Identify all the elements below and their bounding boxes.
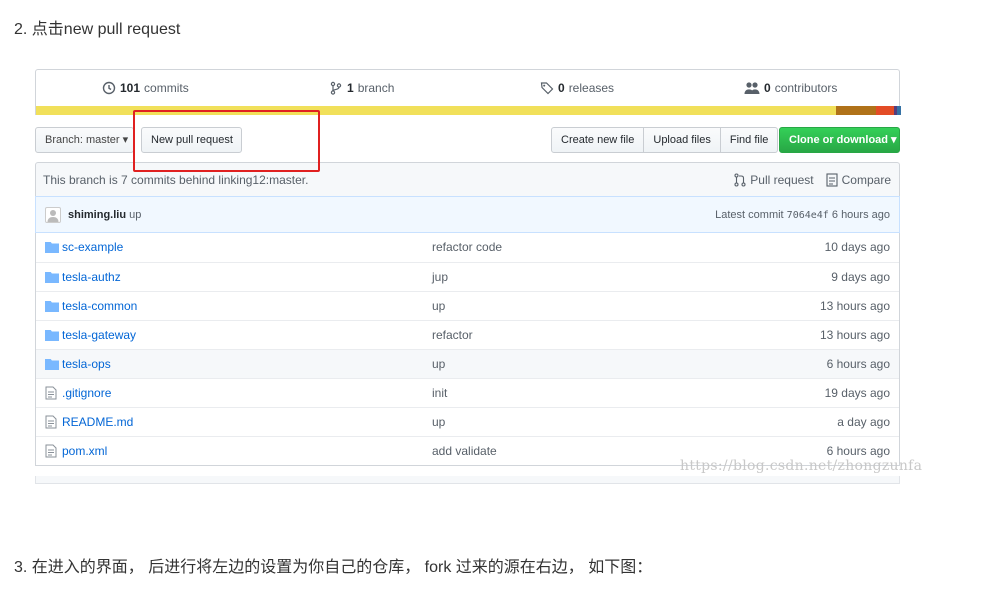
- latest-commit-info: Latest commit 7064e4f 6 hours ago: [715, 209, 890, 221]
- latest-commit-bar: shiming.liu up Latest commit 7064e4f 6 h…: [35, 196, 900, 233]
- file-age: 19 days ago: [824, 386, 890, 400]
- tag-icon: [540, 82, 554, 95]
- commits-link[interactable]: 101 commits: [102, 81, 189, 95]
- file-age: 9 days ago: [831, 270, 890, 284]
- compare-icon: [826, 173, 838, 187]
- language-bar[interactable]: [36, 106, 901, 115]
- latest-commit-label: Latest commit: [715, 209, 784, 221]
- history-icon: [102, 81, 116, 95]
- file-commit-message[interactable]: init: [432, 386, 447, 400]
- commit-message[interactable]: up: [129, 209, 141, 221]
- file-row[interactable]: tesla-gateway refactor 13 hours ago: [36, 320, 899, 349]
- file-navigation-toolbar: Branch: master ▾ New pull request Create…: [35, 127, 900, 153]
- step-2-instruction: 2. 点击new pull request: [14, 21, 181, 38]
- contributors-count: 0: [764, 81, 771, 95]
- file-name-link[interactable]: sc-example: [62, 240, 123, 254]
- folder-icon: [45, 272, 59, 283]
- file-row[interactable]: README.md up a day ago: [36, 407, 899, 436]
- upload-files-button[interactable]: Upload files: [643, 127, 721, 153]
- file-row[interactable]: sc-example refactor code 10 days ago: [36, 233, 899, 262]
- file-row[interactable]: .gitignore init 19 days ago: [36, 378, 899, 407]
- file-age: 6 hours ago: [826, 357, 890, 371]
- user-avatar-icon: [47, 210, 59, 222]
- contributors-link[interactable]: 0 contributors: [744, 81, 837, 95]
- branch-status-bar: This branch is 7 commits behind linking1…: [35, 162, 900, 196]
- pull-request-label: Pull request: [750, 173, 814, 187]
- releases-label: releases: [568, 81, 615, 95]
- file-commit-message[interactable]: refactor: [432, 328, 473, 342]
- branch-actions: Pull request Compare: [734, 173, 891, 187]
- folder-icon: [45, 330, 59, 341]
- pull-request-icon: [734, 173, 746, 187]
- file-commit-message[interactable]: up: [432, 415, 445, 429]
- commit-age: 6 hours ago: [831, 209, 890, 221]
- repository-panel: 101 commits 1 branch 0 releases 0 contri…: [35, 69, 901, 484]
- file-name-link[interactable]: README.md: [62, 415, 133, 429]
- new-pull-request-button[interactable]: New pull request: [141, 127, 242, 153]
- file-commit-message[interactable]: up: [432, 357, 445, 371]
- pull-request-link[interactable]: Pull request: [734, 173, 814, 187]
- commit-sha[interactable]: 7064e4f: [787, 210, 829, 221]
- file-list: sc-example refactor code 10 days ago tesla-…: [35, 233, 900, 466]
- language-segment: [36, 106, 836, 115]
- file-name-link[interactable]: .gitignore: [62, 386, 111, 400]
- file-commit-message[interactable]: refactor code: [432, 240, 502, 254]
- commit-author-line: shiming.liu up: [68, 209, 141, 221]
- folder-icon: [45, 359, 59, 370]
- file-age: a day ago: [837, 415, 890, 429]
- file-age: 13 hours ago: [819, 299, 890, 313]
- branch-select-button[interactable]: Branch: master ▾: [35, 127, 134, 153]
- find-file-button[interactable]: Find file: [719, 127, 779, 153]
- clone-or-download-button[interactable]: Clone or download ▾: [779, 127, 900, 153]
- file-commit-message[interactable]: jup: [432, 270, 448, 284]
- branch-count: 1: [347, 81, 354, 95]
- releases-count: 0: [558, 81, 565, 95]
- file-list-footer: [35, 476, 900, 484]
- branch-label: branch: [357, 81, 395, 95]
- language-segment: [876, 106, 894, 115]
- file-name-link[interactable]: tesla-gateway: [62, 328, 136, 342]
- file-icon: [45, 386, 57, 400]
- contributors-label: contributors: [774, 81, 838, 95]
- folder-icon: [45, 242, 59, 253]
- file-name-link[interactable]: pom.xml: [62, 444, 107, 458]
- people-icon: [744, 82, 760, 94]
- avatar[interactable]: [45, 207, 61, 223]
- file-actions-group: Create new file Upload files Find file: [551, 127, 779, 153]
- branch-behind-text: This branch is 7 commits behind linking1…: [43, 173, 309, 187]
- file-icon: [45, 415, 57, 429]
- file-commit-message[interactable]: add validate: [432, 444, 497, 458]
- file-age: 10 days ago: [824, 240, 890, 254]
- compare-link[interactable]: Compare: [826, 173, 891, 187]
- step-3-instruction: 3. 在进入的界面， 后进行将左边的设置为你自己的仓库， fork 过来的源在右…: [14, 559, 653, 576]
- file-name-link[interactable]: tesla-common: [62, 299, 137, 313]
- create-new-file-button[interactable]: Create new file: [551, 127, 645, 153]
- compare-label: Compare: [841, 173, 891, 187]
- watermark-text: https://blog.csdn.net/zhongzunfa: [680, 458, 923, 474]
- branch-icon: [330, 81, 342, 95]
- language-segment: [897, 106, 901, 115]
- commit-author[interactable]: shiming.liu: [68, 209, 126, 221]
- file-commit-message[interactable]: up: [432, 299, 445, 313]
- file-icon: [45, 444, 57, 458]
- repo-summary-bar: 101 commits 1 branch 0 releases 0 contri…: [35, 69, 901, 115]
- folder-icon: [45, 301, 59, 312]
- branches-link[interactable]: 1 branch: [329, 81, 394, 95]
- file-age: 13 hours ago: [819, 328, 890, 342]
- releases-link[interactable]: 0 releases: [540, 81, 614, 95]
- commits-label: commits: [144, 81, 189, 95]
- language-segment: [836, 106, 876, 115]
- file-row[interactable]: tesla-ops up 6 hours ago: [36, 349, 899, 378]
- file-name-link[interactable]: tesla-ops: [62, 357, 111, 371]
- file-row[interactable]: tesla-common up 13 hours ago: [36, 291, 899, 320]
- commits-count: 101: [120, 81, 141, 95]
- file-name-link[interactable]: tesla-authz: [62, 270, 121, 284]
- file-age: 6 hours ago: [826, 444, 890, 458]
- file-row[interactable]: tesla-authz jup 9 days ago: [36, 262, 899, 291]
